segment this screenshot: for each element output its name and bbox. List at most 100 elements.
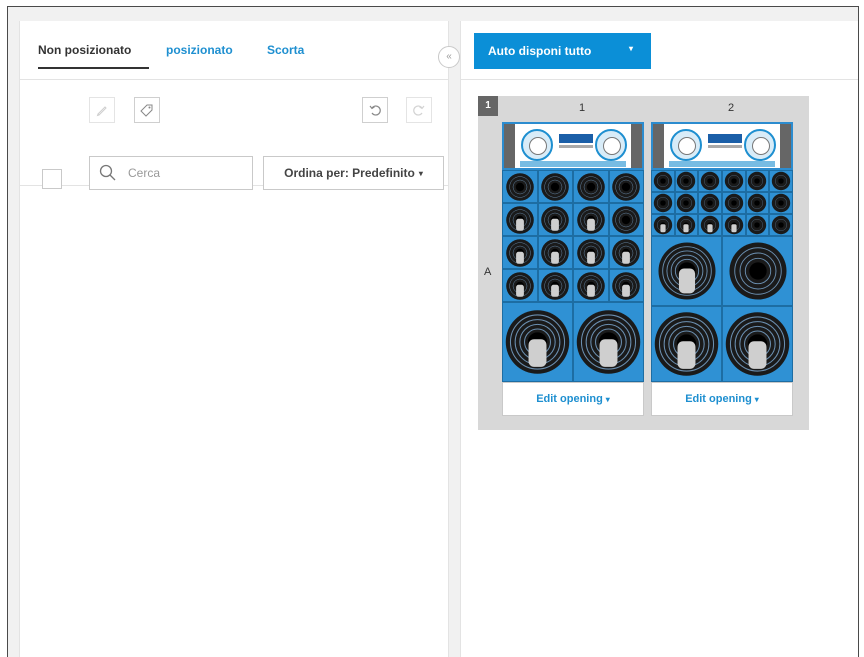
grommet-icon — [576, 310, 641, 374]
grommet-icon — [700, 215, 720, 235]
grommet-icon — [728, 242, 787, 300]
header-side-label — [653, 124, 664, 168]
product-facing[interactable] — [608, 170, 644, 203]
edit-opening-label: Edit opening — [536, 393, 603, 405]
auto-arrange-all-button[interactable]: Auto disponi tutto ▾ — [474, 33, 651, 69]
edit-button[interactable] — [89, 97, 115, 123]
chevron-down-icon: ▾ — [754, 394, 759, 404]
grommet-icon — [724, 193, 744, 213]
product-facing[interactable] — [608, 269, 644, 302]
product-facing[interactable] — [722, 236, 793, 306]
grommet-icon — [576, 172, 605, 201]
brand-logo-underline — [708, 145, 742, 148]
product-facing[interactable] — [502, 203, 538, 236]
grommet-icon — [541, 205, 570, 234]
collapse-panel-button[interactable]: « — [438, 46, 460, 68]
grommet-icon — [771, 215, 791, 235]
search-box[interactable] — [89, 156, 253, 190]
grommet-icon — [541, 238, 570, 267]
grommet-icon — [724, 171, 744, 191]
grommet-icon — [541, 172, 570, 201]
product-facing[interactable] — [698, 214, 722, 236]
chevron-down-icon: ▾ — [418, 168, 423, 178]
grommet-icon — [576, 271, 605, 300]
search-icon — [99, 164, 116, 181]
header-card-product[interactable] — [502, 122, 644, 170]
grommet-icon — [657, 242, 716, 300]
product-facing[interactable] — [769, 192, 793, 214]
product-facing[interactable] — [769, 170, 793, 192]
edit-opening-label: Edit opening — [685, 393, 752, 405]
brand-logo — [708, 134, 742, 143]
product-facing[interactable] — [608, 236, 644, 269]
product-facing[interactable] — [502, 170, 538, 203]
product-facing[interactable] — [674, 192, 699, 214]
product-facing[interactable] — [745, 192, 770, 214]
chevron-down-icon: ▾ — [605, 394, 610, 404]
sort-dropdown[interactable]: Ordina per: Predefinito ▾ — [263, 156, 444, 190]
product-facing[interactable] — [651, 214, 675, 236]
grommet-icon — [612, 205, 641, 234]
tab-non-posizionato[interactable]: Non posizionato — [38, 43, 131, 57]
row-label: A — [484, 266, 492, 278]
product-facing[interactable] — [698, 192, 722, 214]
product-facing[interactable] — [502, 236, 538, 269]
search-input[interactable] — [126, 163, 246, 183]
product-facing[interactable] — [651, 170, 675, 192]
bay-1[interactable]: Edit opening ▾ — [502, 122, 644, 416]
header-card-product[interactable] — [651, 122, 793, 170]
product-facing[interactable] — [651, 306, 722, 382]
divider — [461, 79, 858, 80]
bay-2[interactable]: Edit opening ▾ — [651, 122, 793, 416]
product-facing[interactable] — [573, 170, 609, 203]
grommet-icon — [653, 193, 673, 213]
product-facing[interactable] — [502, 269, 538, 302]
edit-opening-button[interactable]: Edit opening ▾ — [502, 382, 644, 416]
brand-logo-underline — [559, 145, 593, 148]
product-facing[interactable] — [698, 170, 722, 192]
product-facing[interactable] — [537, 203, 573, 236]
redo-button[interactable] — [406, 97, 432, 123]
planogram-fixture: 1 1 2 A Edit opening ▾ Edit opening ▾ — [478, 96, 809, 430]
grommet-icon — [677, 193, 696, 213]
edit-opening-button[interactable]: Edit opening ▾ — [651, 382, 793, 416]
product-facing[interactable] — [651, 236, 722, 306]
product-facing[interactable] — [651, 192, 675, 214]
tag-button[interactable] — [134, 97, 160, 123]
tab-scorta[interactable]: Scorta — [267, 43, 304, 57]
product-facing[interactable] — [674, 170, 699, 192]
product-facing[interactable] — [722, 192, 746, 214]
header-base-strip — [520, 161, 626, 167]
product-facing[interactable] — [537, 236, 573, 269]
product-facing[interactable] — [674, 214, 699, 236]
double-chevron-left-icon: « — [446, 51, 452, 62]
header-base-strip — [669, 161, 775, 167]
grommet-icon — [612, 172, 641, 201]
product-facing[interactable] — [769, 214, 793, 236]
product-facing[interactable] — [537, 269, 573, 302]
product-facing[interactable] — [722, 214, 746, 236]
column-label: 2 — [728, 102, 735, 114]
product-facing[interactable] — [502, 302, 573, 382]
product-facing[interactable] — [745, 170, 770, 192]
grommet-icon — [724, 215, 744, 235]
product-facing[interactable] — [722, 170, 746, 192]
auto-arrange-label: Auto disponi tutto — [488, 44, 592, 58]
grommet-icon — [505, 238, 534, 267]
active-tab-underline — [38, 67, 149, 69]
tab-posizionato[interactable]: posizionato — [166, 43, 233, 57]
product-facing[interactable] — [537, 170, 573, 203]
product-facing[interactable] — [745, 214, 770, 236]
product-facing[interactable] — [573, 302, 644, 382]
undo-button[interactable] — [362, 97, 388, 123]
bay-number-badge: 1 — [478, 96, 498, 116]
select-all-checkbox[interactable] — [42, 169, 62, 189]
product-facing[interactable] — [573, 203, 609, 236]
product-facing[interactable] — [722, 306, 793, 382]
product-facing[interactable] — [573, 269, 609, 302]
grommet-icon — [576, 238, 605, 267]
chevron-down-icon: ▾ — [629, 44, 634, 53]
product-facing[interactable] — [573, 236, 609, 269]
product-facing[interactable] — [608, 203, 644, 236]
grommet-icon — [612, 238, 641, 267]
